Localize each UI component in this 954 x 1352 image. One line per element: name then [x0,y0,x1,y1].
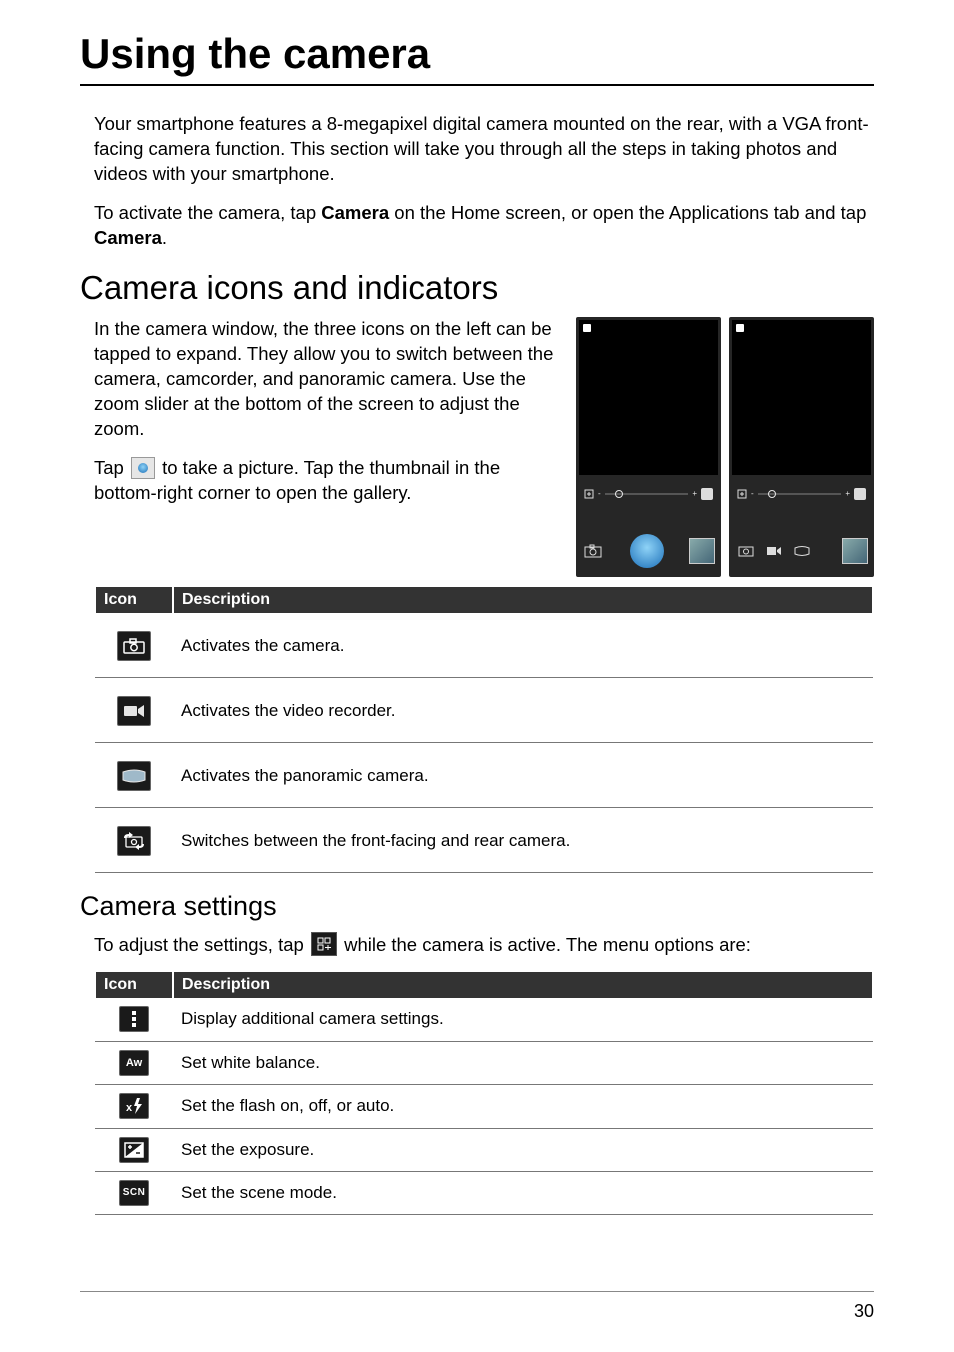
settings-inline-icon [311,932,337,956]
video-mode-icon [117,696,151,726]
screenshot-shutter-button [630,534,664,568]
screenshot-camera-modes: - + [729,317,874,577]
screenshot-camera: - + [576,317,721,577]
table2-row4-desc: Set the scene mode. [173,1171,873,1214]
table-row: Activates the camera. [95,613,873,678]
camera-mode-icon [117,631,151,661]
table-row: Set the exposure. [95,1128,873,1171]
section-heading-settings: Camera settings [80,891,874,922]
intro-para-2: To activate the camera, tap Camera on th… [94,201,874,251]
table-row: SCN Set the scene mode. [95,1171,873,1214]
table2-header-desc: Description [173,972,873,998]
title-rule [80,84,874,86]
intro-para-1: Your smartphone features a 8-megapixel d… [94,112,874,187]
table2-row2-desc: Set the flash on, off, or auto. [173,1084,873,1128]
page-number: 30 [854,1301,874,1322]
scn-label: SCN [123,1187,146,1198]
section1-para-1: In the camera window, the three icons on… [94,317,556,442]
intro-p2-bold-1: Camera [321,202,389,223]
intro-p2-bold-2: Camera [94,227,162,248]
settings-table: Icon Description Display additional came… [94,972,874,1215]
section-heading-icons: Camera icons and indicators [80,269,874,307]
footer-rule [80,1291,874,1292]
table1-row1-desc: Activates the video recorder. [173,677,873,742]
overflow-settings-icon [119,1006,149,1032]
camera-screenshots: - + - + [576,317,874,577]
section1-para-2: Tap to take a picture. Tap the thumbnail… [94,456,556,506]
table-row: Switches between the front-facing and re… [95,807,873,872]
intro-p2-e: . [162,227,167,248]
screenshot-thumbnail [689,538,715,564]
section2-p1-b: while the camera is active. The menu opt… [339,934,751,955]
section1-p2-a: Tap [94,457,129,478]
table1-header-desc: Description [173,587,873,613]
section2-para-1: To adjust the settings, tap while the ca… [94,932,874,958]
scene-mode-icon: SCN [119,1180,149,1206]
table-row: Activates the video recorder. [95,677,873,742]
table-row: Aw Set white balance. [95,1041,873,1084]
section2-p1-a: To adjust the settings, tap [94,934,309,955]
table2-row0-desc: Display additional camera settings. [173,998,873,1042]
screenshot-thumbnail-2 [842,538,868,564]
table-row: x Set the flash on, off, or auto. [95,1084,873,1128]
page-title: Using the camera [80,30,874,78]
intro-p2-c: on the Home screen, or open the Applicat… [389,202,866,223]
switch-camera-icon [117,826,151,856]
table1-row2-desc: Activates the panoramic camera. [173,742,873,807]
aw-label: Aw [126,1057,142,1069]
flash-setting-icon: x [119,1093,149,1119]
panorama-mode-icon [117,761,151,791]
table2-header-icon: Icon [95,972,173,998]
exposure-setting-icon [119,1137,149,1163]
table1-row3-desc: Switches between the front-facing and re… [173,807,873,872]
icons-table: Icon Description Activates the camera. [94,587,874,873]
white-balance-icon: Aw [119,1050,149,1076]
svg-text:x: x [126,1102,133,1114]
table-row: Display additional camera settings. [95,998,873,1042]
table2-row1-desc: Set white balance. [173,1041,873,1084]
table1-row0-desc: Activates the camera. [173,613,873,678]
intro-p2-a: To activate the camera, tap [94,202,321,223]
table2-row3-desc: Set the exposure. [173,1128,873,1171]
table-row: Activates the panoramic camera. [95,742,873,807]
table1-header-icon: Icon [95,587,173,613]
shutter-inline-icon [131,457,155,479]
